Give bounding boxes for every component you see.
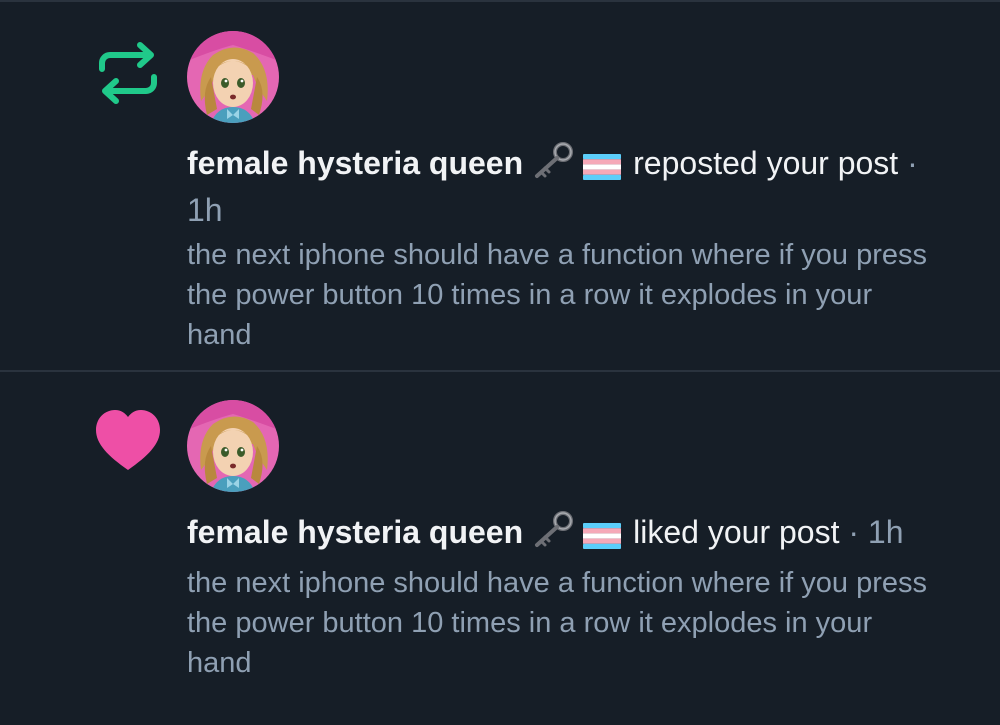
notification-item-repost[interactable]: female hysteria queen reposted your post…	[0, 3, 1000, 370]
post-preview-text[interactable]: the next iphone should have a function w…	[187, 563, 927, 683]
separator-dot: ·	[907, 145, 918, 181]
post-preview-text[interactable]: the next iphone should have a function w…	[187, 235, 927, 355]
top-divider	[0, 0, 1000, 2]
author-name[interactable]: female hysteria queen	[187, 145, 523, 181]
separator-dot: ·	[848, 514, 860, 550]
heart-icon	[94, 408, 162, 476]
notification-headline: female hysteria queen	[187, 140, 947, 231]
old-key-emoji	[531, 509, 575, 559]
action-text: liked your post	[633, 514, 840, 550]
timestamp: 1h	[187, 192, 223, 228]
repost-icon	[94, 39, 162, 107]
transgender-flag-emoji	[583, 518, 622, 559]
avatar[interactable]	[187, 31, 279, 123]
old-key-emoji	[531, 140, 575, 190]
author-name[interactable]: female hysteria queen	[187, 514, 523, 550]
notification-content: female hysteria queen	[187, 140, 947, 355]
timestamp: 1h	[867, 514, 904, 550]
notification-item-like[interactable]: female hysteria queen liked your post · …	[0, 372, 1000, 725]
avatar[interactable]	[187, 400, 279, 492]
notifications-feed: female hysteria queen reposted your post…	[0, 0, 1000, 725]
notification-headline: female hysteria queen	[187, 509, 947, 559]
transgender-flag-emoji	[583, 149, 622, 190]
action-text: reposted your post	[633, 145, 899, 181]
notification-content: female hysteria queen	[187, 509, 947, 683]
